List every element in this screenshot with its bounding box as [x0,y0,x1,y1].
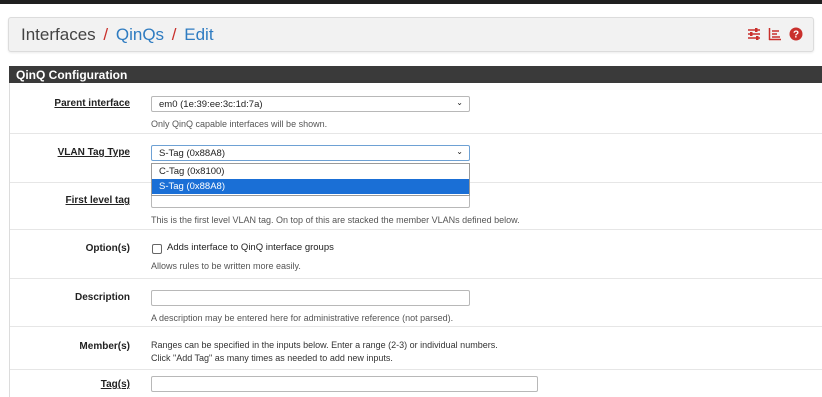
description-label: Description [74,292,130,303]
parent-interface-help: Only QinQ capable interfaces will be sho… [151,119,328,129]
form-row-description: Description A description may be entered… [10,279,822,327]
members-label: Member(s) [79,341,130,352]
breadcrumb-separator: / [103,25,109,44]
vlan-tag-type-value: S-Tag (0x88A8) [159,148,226,159]
qinq-groups-checkbox[interactable] [152,244,162,254]
tag-input[interactable] [151,376,538,392]
qinq-groups-checkbox-label[interactable]: Adds interface to QinQ interface groups [167,242,334,253]
vlan-tag-type-label: VLAN Tag Type [57,147,130,158]
top-bar [0,0,822,4]
first-level-tag-label: First level tag [65,195,130,206]
breadcrumb-interfaces: Interfaces [21,25,96,44]
option-s-tag[interactable]: S-Tag (0x88A8) [152,179,469,194]
breadcrumb-separator: / [171,25,177,44]
options-label: Option(s) [85,243,130,254]
description-input[interactable] [151,290,470,306]
form-row-options: Option(s) Adds interface to QinQ interfa… [10,230,822,279]
parent-interface-select[interactable]: em0 (1e:39:ee:3c:1d:7a) ⌄ [151,96,470,112]
form-row-tags: Tag(s) [10,370,822,397]
svg-text:?: ? [793,30,799,41]
tags-label: Tag(s) [100,379,130,390]
form-row-members: Member(s) Ranges can be specified in the… [10,327,822,370]
qinq-config-form: Parent interface em0 (1e:39:ee:3c:1d:7a)… [9,83,822,397]
page-header: Interfaces / QinQs / Edit ? [8,17,814,52]
vlan-tag-type-select[interactable]: S-Tag (0x88A8) ⌄ [151,145,470,161]
members-help-line1: Ranges can be specified in the inputs be… [151,340,498,350]
option-c-tag[interactable]: C-Tag (0x8100) [152,164,469,179]
description-help: A description may be entered here for ad… [151,313,454,323]
chevron-down-icon: ⌄ [456,147,463,156]
chevron-down-icon: ⌄ [456,98,463,107]
list-chart-icon[interactable] [768,27,782,41]
first-level-tag-help: This is the first level VLAN tag. On top… [151,215,520,225]
options-help: Allows rules to be written more easily. [151,261,301,271]
vlan-tag-type-dropdown: C-Tag (0x8100) S-Tag (0x88A8) [151,163,470,196]
header-icons: ? [747,27,803,41]
sliders-icon[interactable] [747,27,761,41]
parent-interface-label: Parent interface [54,98,130,109]
help-icon[interactable]: ? [789,27,803,41]
panel-heading: QinQ Configuration [9,66,822,83]
breadcrumb-edit-link[interactable]: Edit [184,25,213,44]
members-help-line2: Click "Add Tag" as many times as needed … [151,353,393,363]
breadcrumb-qinqs-link[interactable]: QinQs [116,25,164,44]
form-row-parent-interface: Parent interface em0 (1e:39:ee:3c:1d:7a)… [10,83,822,134]
breadcrumb: Interfaces / QinQs / Edit [21,25,214,45]
parent-interface-value: em0 (1e:39:ee:3c:1d:7a) [159,99,263,110]
